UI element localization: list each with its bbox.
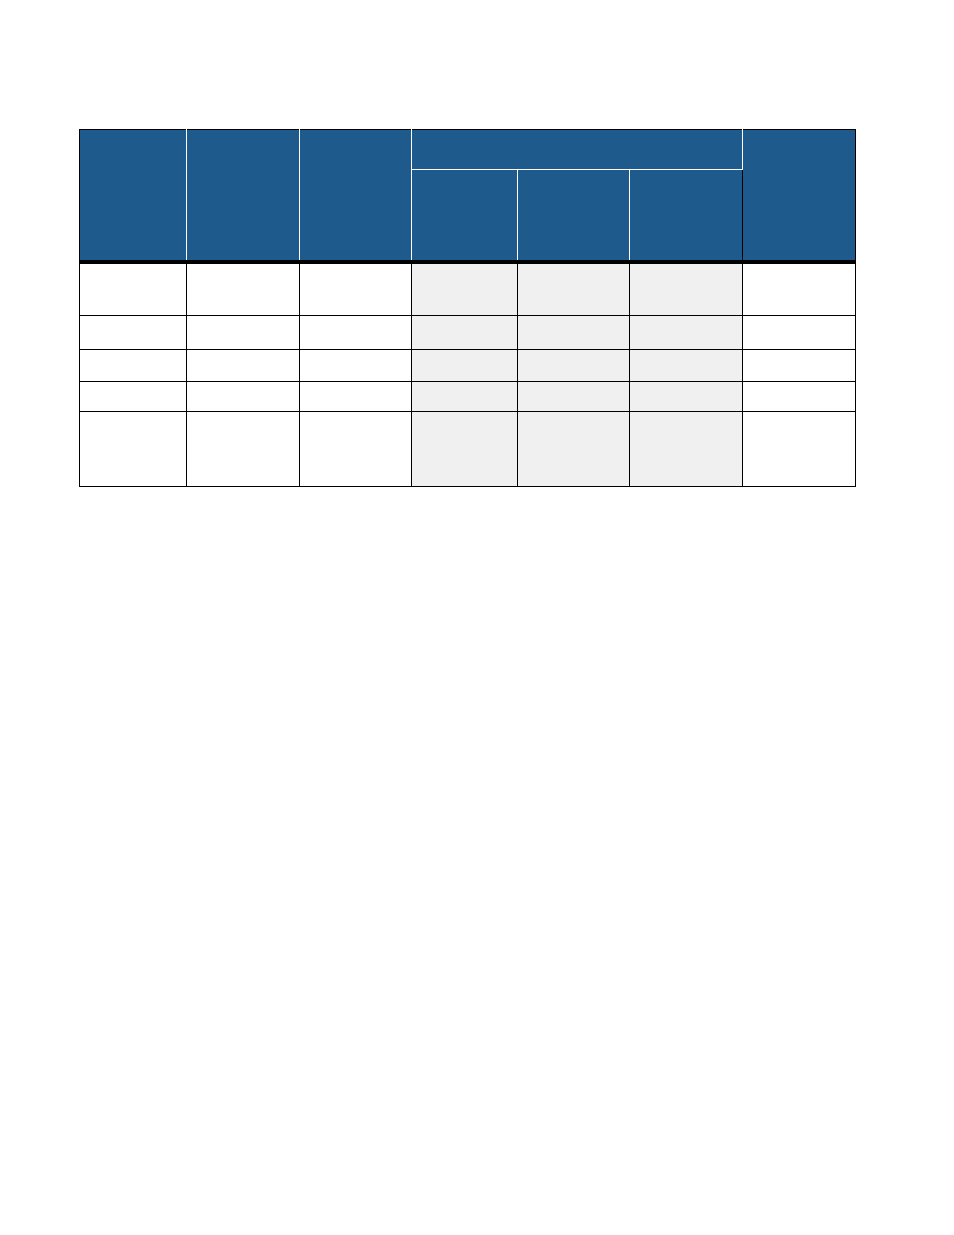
- header-col1: [80, 130, 187, 262]
- cell: [80, 262, 187, 316]
- cell: [518, 382, 630, 412]
- cell: [300, 262, 412, 316]
- cell: [743, 382, 856, 412]
- header-sub2: [518, 170, 630, 262]
- cell: [412, 382, 518, 412]
- header-sub3: [630, 170, 743, 262]
- cell: [518, 412, 630, 487]
- cell: [80, 412, 187, 487]
- cell: [518, 262, 630, 316]
- cell: [743, 262, 856, 316]
- header-col7: [743, 130, 856, 262]
- cell: [518, 316, 630, 350]
- cell: [80, 350, 187, 382]
- header-col2: [187, 130, 300, 262]
- cell: [630, 412, 743, 487]
- cell: [412, 350, 518, 382]
- cell: [300, 382, 412, 412]
- table-row: [80, 262, 856, 316]
- cell: [187, 382, 300, 412]
- cell: [743, 412, 856, 487]
- cell: [412, 262, 518, 316]
- cell: [518, 350, 630, 382]
- table-row: [80, 412, 856, 487]
- header-sub1: [412, 170, 518, 262]
- cell: [300, 350, 412, 382]
- table: [79, 129, 856, 487]
- cell: [630, 316, 743, 350]
- cell: [743, 316, 856, 350]
- cell: [187, 350, 300, 382]
- table-row: [80, 382, 856, 412]
- cell: [187, 316, 300, 350]
- cell: [187, 412, 300, 487]
- cell: [743, 350, 856, 382]
- cell: [412, 316, 518, 350]
- cell: [300, 316, 412, 350]
- cell: [630, 262, 743, 316]
- cell: [80, 382, 187, 412]
- table-row: [80, 316, 856, 350]
- cell: [412, 412, 518, 487]
- cell: [630, 350, 743, 382]
- table-row: [80, 350, 856, 382]
- cell: [630, 382, 743, 412]
- cell: [80, 316, 187, 350]
- header-group: [412, 130, 743, 170]
- header-col3: [300, 130, 412, 262]
- cell: [187, 262, 300, 316]
- cell: [300, 412, 412, 487]
- data-table: [79, 129, 856, 487]
